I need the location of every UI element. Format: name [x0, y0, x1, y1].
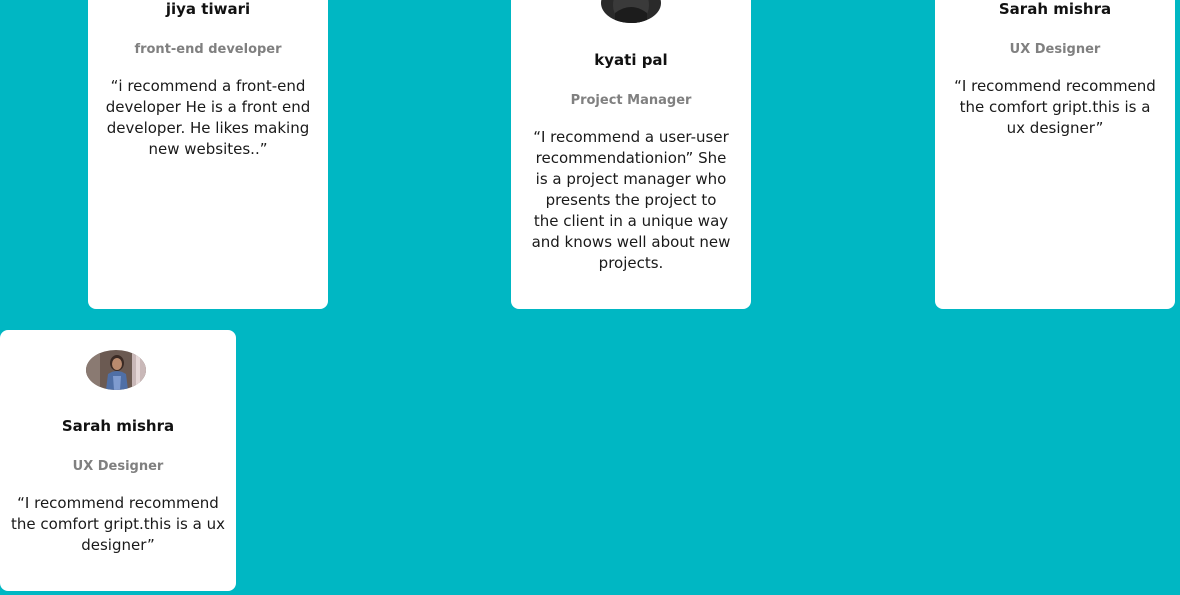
testimonial-card: jiya tiwari front-end developer “i recom…: [88, 0, 328, 309]
person-role: Project Manager: [570, 93, 692, 108]
avatar: [601, 0, 661, 23]
person-name: jiya tiwari: [165, 0, 251, 18]
person-name: Sarah mishra: [61, 417, 175, 435]
avatar: [86, 350, 146, 390]
testimonial-card: Sarah mishra UX Designer “I recommend re…: [0, 330, 236, 591]
person-name: Sarah mishra: [998, 0, 1112, 18]
person-role: UX Designer: [72, 459, 164, 474]
person-name: kyati pal: [594, 51, 668, 69]
person-role: front-end developer: [134, 42, 282, 57]
testimonial-card: Sarah mishra UX Designer “I recommend re…: [935, 0, 1175, 309]
testimonial-quote: “I recommend recommend the comfort gript…: [954, 77, 1156, 137]
testimonial-card: kyati pal Project Manager “I recommend a…: [511, 0, 751, 309]
testimonial-quote: “I recommend recommend the comfort gript…: [11, 494, 225, 554]
person-role: UX Designer: [1009, 42, 1101, 57]
testimonial-quote: “I recommend a user-user recommendationi…: [531, 128, 731, 272]
testimonial-quote: “i recommend a front-end developer He is…: [105, 77, 311, 158]
